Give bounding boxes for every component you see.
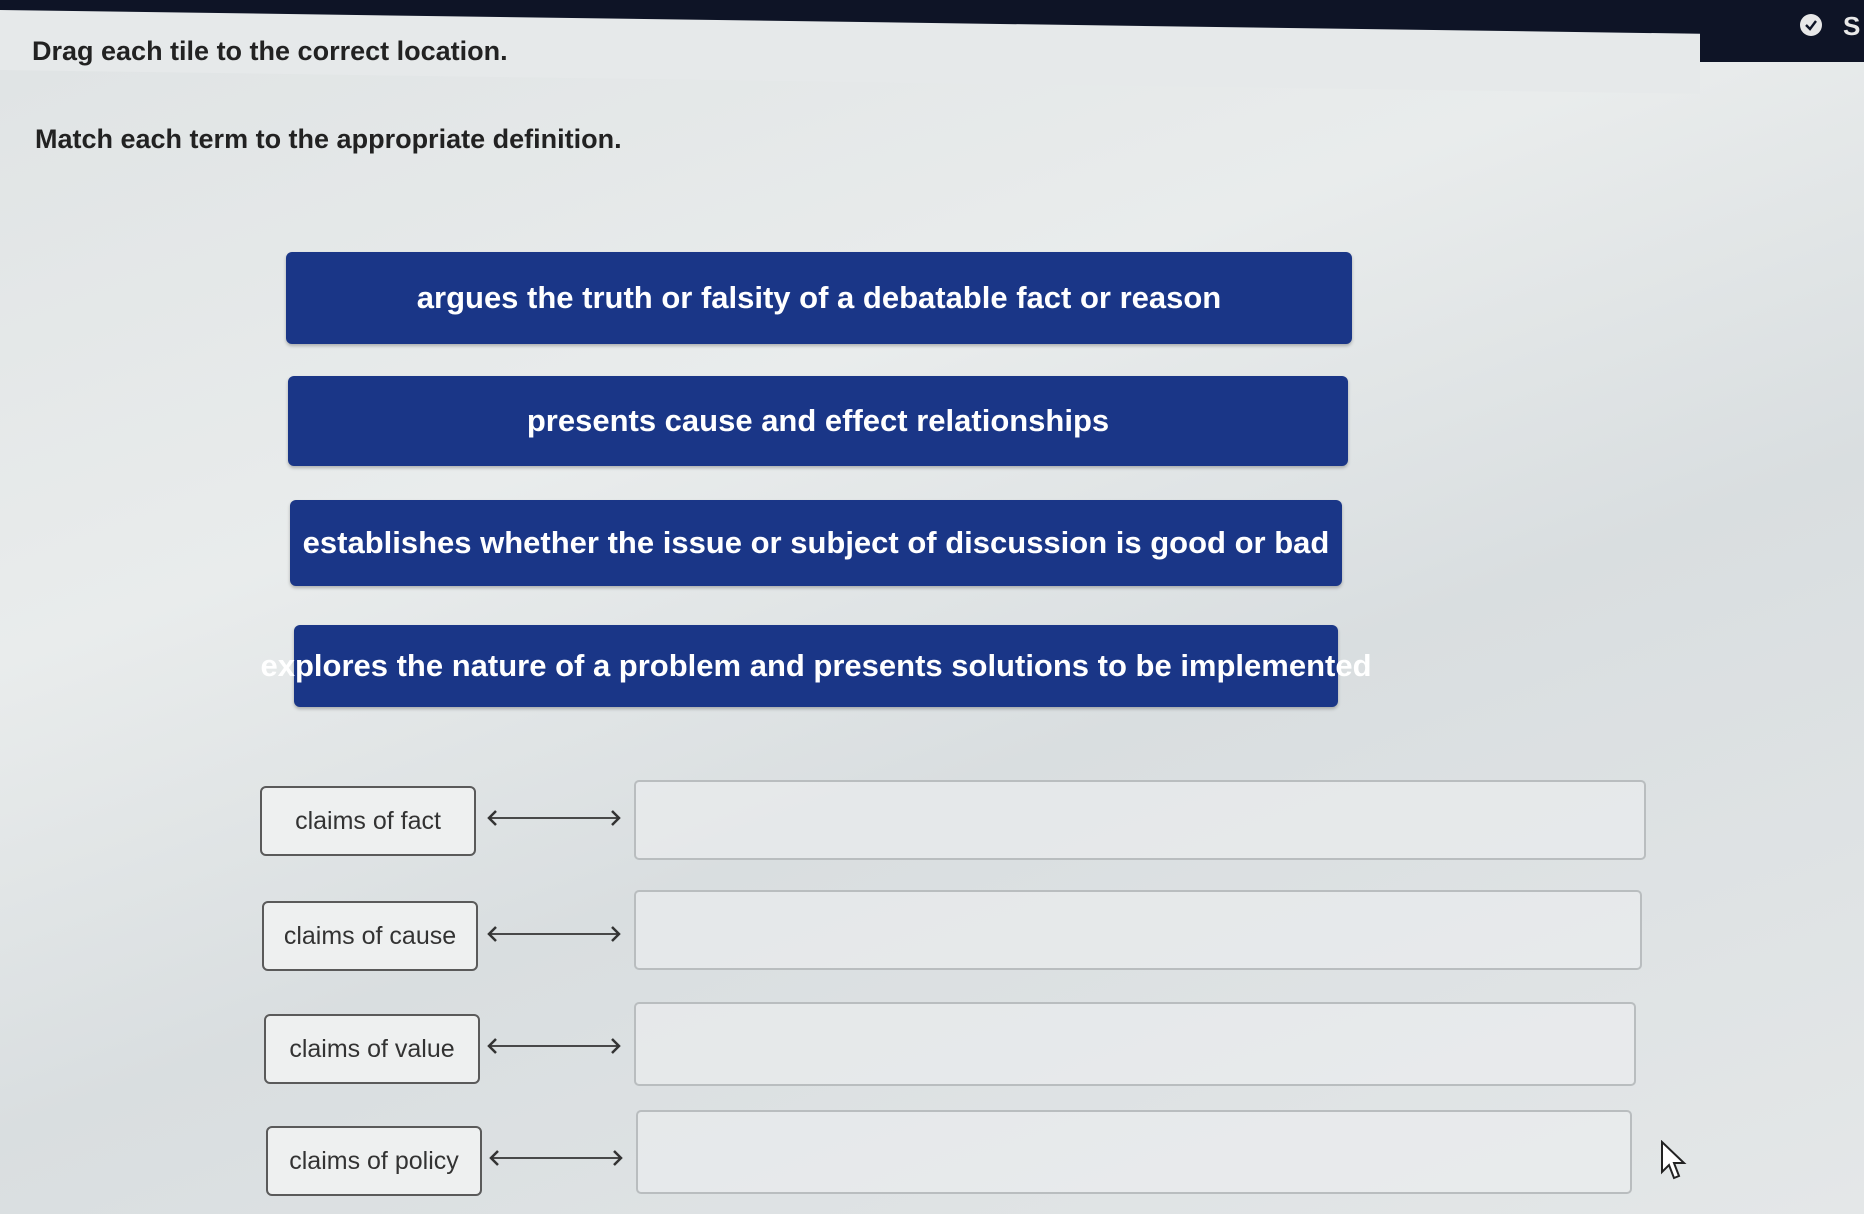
drop-zone-fact[interactable]	[634, 780, 1646, 860]
drop-zone-cause[interactable]	[634, 890, 1642, 970]
definition-tile-cause[interactable]: presents cause and effect relationships	[288, 376, 1348, 466]
drop-zone-value[interactable]	[634, 1002, 1636, 1086]
match-instruction: Match each term to the appropriate defin…	[35, 124, 622, 154]
definition-tile-policy[interactable]: explores the nature of a problem and pre…	[260, 625, 1372, 707]
term-claims-of-policy: claims of policy	[266, 1126, 482, 1196]
definition-tile-fact[interactable]: argues the truth or falsity of a debatab…	[286, 252, 1352, 344]
term-claims-of-cause: claims of cause	[262, 901, 478, 971]
definition-tile-value[interactable]: establishes whether the issue or subject…	[290, 500, 1342, 586]
term-claims-of-value: claims of value	[264, 1014, 480, 1084]
double-arrow-icon	[487, 810, 621, 826]
drag-instruction: Drag each tile to the correct location.	[32, 36, 508, 66]
drop-zone-policy[interactable]	[636, 1110, 1632, 1194]
top-right-label[interactable]: S	[1843, 11, 1860, 42]
double-arrow-icon	[487, 1038, 621, 1054]
double-arrow-icon	[489, 1150, 623, 1166]
mouse-cursor-icon	[1661, 1140, 1687, 1180]
term-claims-of-fact: claims of fact	[260, 786, 476, 856]
check-circle-icon[interactable]	[1800, 14, 1822, 36]
double-arrow-icon	[487, 926, 621, 942]
